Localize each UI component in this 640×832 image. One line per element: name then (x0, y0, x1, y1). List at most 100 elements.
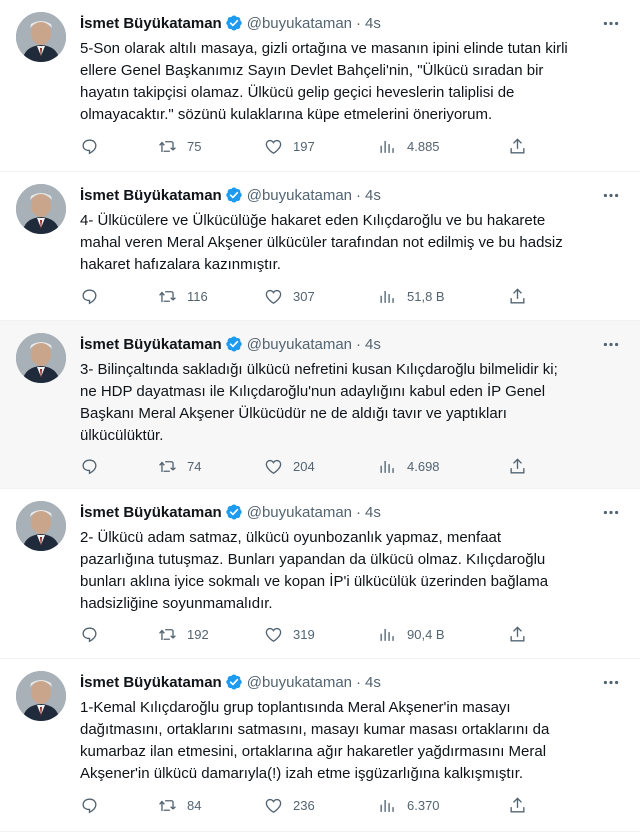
retweet-button[interactable]: 84 (158, 796, 264, 815)
tweet-actions: 75 197 4.885 (80, 134, 550, 158)
views-button[interactable]: 51,8 B (378, 287, 508, 306)
avatar-photo (16, 12, 66, 62)
author-handle[interactable]: @buyukataman (247, 336, 352, 353)
views-count: 4.698 (407, 458, 440, 474)
author-handle[interactable]: @buyukataman (247, 674, 352, 691)
tweet[interactable]: İsmet Büyükataman @buyukataman · 4s 3- B… (0, 321, 640, 489)
share-button[interactable] (508, 625, 527, 644)
like-count: 197 (293, 138, 315, 154)
tweet-timestamp[interactable]: 4s (365, 336, 381, 353)
separator-dot: · (356, 14, 362, 32)
like-button[interactable]: 307 (264, 287, 378, 306)
share-button[interactable] (508, 137, 527, 156)
retweet-button[interactable]: 116 (158, 287, 264, 306)
more-options-button[interactable] (600, 14, 622, 32)
retweet-button[interactable]: 74 (158, 457, 264, 476)
avatar[interactable] (16, 671, 66, 721)
author-name[interactable]: İsmet Büyükataman (80, 504, 222, 521)
like-count: 236 (293, 797, 315, 813)
retweet-icon (159, 799, 176, 811)
verified-badge-icon (225, 15, 242, 31)
tweet-actions: 192 319 90,4 B (80, 622, 550, 646)
separator-dot: · (356, 503, 362, 521)
tweet[interactable]: İsmet Büyükataman @buyukataman · 4s 5-So… (0, 0, 640, 172)
tweet-text: 3- Bilinçaltında sakladığı ülkücü nefret… (80, 361, 558, 444)
retweet-button[interactable]: 75 (158, 137, 264, 156)
tweet[interactable]: İsmet Büyükataman @buyukataman · 4s 1-Ke… (0, 659, 640, 832)
author-name[interactable]: İsmet Büyükataman (80, 15, 222, 32)
like-count: 307 (293, 288, 315, 304)
views-count: 51,8 B (407, 288, 445, 304)
tweet[interactable]: İsmet Büyükataman @buyukataman · 4s 4- Ü… (0, 172, 640, 321)
like-button[interactable]: 319 (264, 625, 378, 644)
author-name[interactable]: İsmet Büyükataman (80, 674, 222, 691)
retweet-button[interactable]: 192 (158, 625, 264, 644)
tweet-timestamp[interactable]: 4s (365, 674, 381, 691)
retweet-count: 74 (187, 458, 202, 474)
reply-icon (82, 138, 97, 154)
separator-dot: · (356, 673, 362, 691)
reply-button[interactable] (80, 625, 158, 644)
author-name[interactable]: İsmet Büyükataman (80, 336, 222, 353)
more-options-button[interactable] (600, 186, 622, 204)
tweet-header: İsmet Büyükataman @buyukataman · 4s (80, 671, 624, 693)
tweet-header: İsmet Büyükataman @buyukataman · 4s (80, 333, 624, 355)
views-button[interactable]: 6.370 (378, 796, 508, 815)
avatar[interactable] (16, 501, 66, 551)
like-icon (265, 139, 282, 154)
avatar[interactable] (16, 184, 66, 234)
tweet-text: 2- Ülkücü adam satmaz, ülkücü oyunbozanl… (80, 529, 549, 612)
tweet-header: İsmet Büyükataman @buyukataman · 4s (80, 184, 624, 206)
reply-button[interactable] (80, 287, 158, 306)
like-count: 319 (293, 626, 315, 642)
views-icon (380, 140, 394, 153)
reply-button[interactable] (80, 796, 158, 815)
tweet-timestamp[interactable]: 4s (365, 504, 381, 521)
reply-button[interactable] (80, 137, 158, 156)
views-count: 4.885 (407, 138, 440, 154)
tweet-actions: 116 307 51,8 B (80, 284, 550, 308)
verified-badge-icon (225, 674, 242, 690)
separator-dot: · (356, 335, 362, 353)
avatar[interactable] (16, 12, 66, 62)
more-icon (603, 680, 619, 684)
share-button[interactable] (508, 287, 527, 306)
avatar[interactable] (16, 333, 66, 383)
tweet-text: 1-Kemal Kılıçdaroğlu grup toplantısında … (80, 699, 550, 782)
views-button[interactable]: 4.698 (378, 457, 508, 476)
reply-icon (82, 626, 97, 642)
tweet-text: 5-Son olarak altılı masaya, gizli ortağı… (80, 40, 568, 123)
retweet-count: 75 (187, 138, 202, 154)
tweet-actions: 74 204 4.698 (80, 454, 550, 478)
more-icon (603, 510, 619, 514)
like-button[interactable]: 236 (264, 796, 378, 815)
more-icon (603, 342, 619, 346)
tweet-timestamp[interactable]: 4s (365, 15, 381, 32)
avatar-photo (16, 501, 66, 551)
more-options-button[interactable] (600, 673, 622, 691)
author-handle[interactable]: @buyukataman (247, 15, 352, 32)
tweet[interactable]: İsmet Büyükataman @buyukataman · 4s 2- Ü… (0, 489, 640, 659)
share-button[interactable] (508, 796, 527, 815)
more-options-button[interactable] (600, 503, 622, 521)
more-icon (603, 21, 619, 25)
tweet-header: İsmet Büyükataman @buyukataman · 4s (80, 501, 624, 523)
tweet-timestamp[interactable]: 4s (365, 187, 381, 204)
avatar-photo (16, 184, 66, 234)
author-handle[interactable]: @buyukataman (247, 187, 352, 204)
avatar-photo (16, 333, 66, 383)
author-handle[interactable]: @buyukataman (247, 504, 352, 521)
retweet-icon (159, 460, 176, 472)
views-button[interactable]: 4.885 (378, 137, 508, 156)
reply-icon (82, 288, 97, 304)
more-options-button[interactable] (600, 335, 622, 353)
share-button[interactable] (508, 457, 527, 476)
like-icon (265, 289, 282, 304)
views-button[interactable]: 90,4 B (378, 625, 508, 644)
reply-button[interactable] (80, 457, 158, 476)
like-button[interactable]: 204 (264, 457, 378, 476)
views-icon (380, 628, 394, 641)
author-name[interactable]: İsmet Büyükataman (80, 187, 222, 204)
views-icon (380, 460, 394, 473)
like-button[interactable]: 197 (264, 137, 378, 156)
